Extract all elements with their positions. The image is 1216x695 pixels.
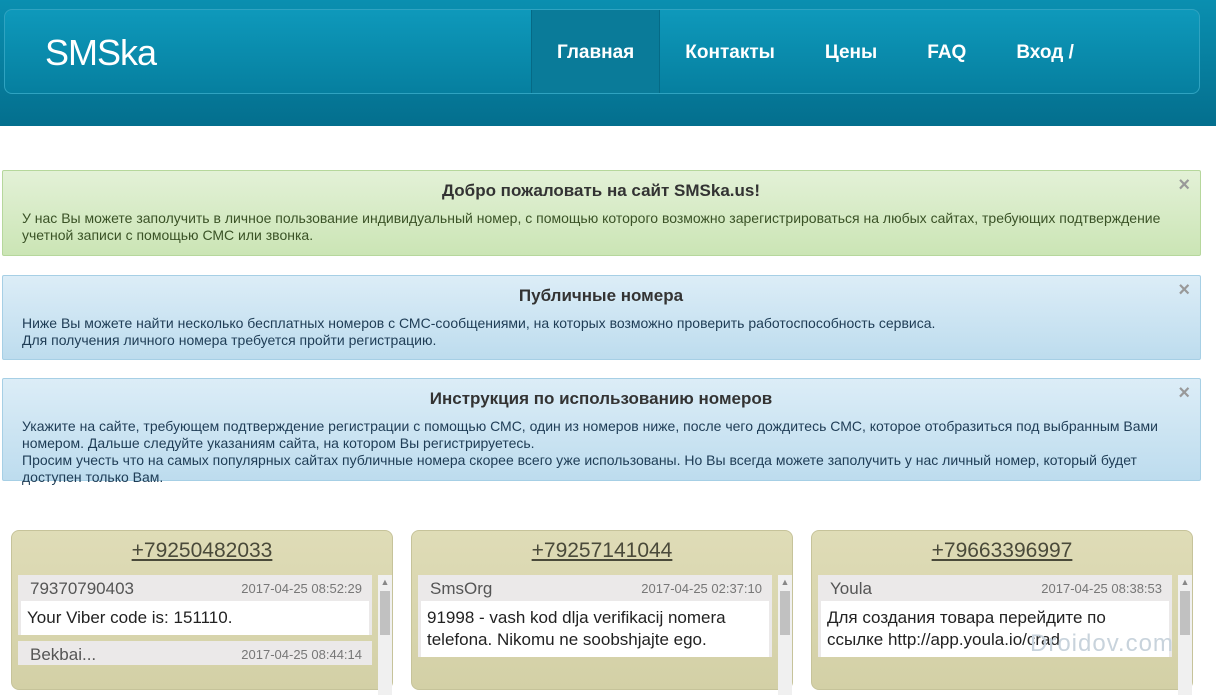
message-sender: Youla: [830, 579, 872, 598]
message-sender: Bekbai...: [30, 645, 97, 664]
phone-card: +79663396997 Youla 2017-04-25 08:38:53 Д…: [811, 530, 1193, 695]
scroll-up-icon[interactable]: ▲: [378, 575, 392, 589]
instructions-alert: × Инструкция по использованию номеров Ук…: [2, 378, 1201, 485]
alert-title: Инструкция по использованию номеров: [429, 389, 773, 408]
close-icon[interactable]: ×: [1178, 280, 1190, 300]
phone-card: +79257141044 SmsOrg 2017-04-25 02:37:10 …: [411, 530, 793, 695]
alert-title: Добро пожаловать на сайт SMSka.us!: [441, 181, 760, 200]
brand-logo[interactable]: SMSka: [45, 32, 157, 74]
message-item: Bekbai... 2017-04-25 08:44:14: [18, 641, 372, 665]
scrollbar[interactable]: ▲: [378, 575, 392, 695]
close-icon[interactable]: ×: [1178, 383, 1190, 403]
message-time: 2017-04-25 08:38:53: [1041, 581, 1162, 596]
nav-prices[interactable]: Цены: [800, 10, 902, 93]
alert-text: Для получения личного номера требуется п…: [22, 332, 437, 348]
nav-login-register[interactable]: Вход / Регистрация: [991, 10, 1199, 148]
phone-number-link[interactable]: +79663396997: [812, 539, 1192, 563]
alert-text: Ниже Вы можете найти несколько бесплатны…: [22, 315, 936, 331]
scrollbar[interactable]: ▲: [1178, 575, 1192, 695]
message-time: 2017-04-25 08:52:29: [241, 581, 362, 596]
message-text: Your Viber code is: 151110.: [21, 601, 369, 635]
scrollbar[interactable]: ▲: [778, 575, 792, 695]
message-time: 2017-04-25 08:44:14: [241, 647, 362, 662]
watermark: Droidov.com: [1030, 630, 1174, 657]
scrollbar-thumb[interactable]: [380, 591, 390, 635]
message-list[interactable]: SmsOrg 2017-04-25 02:37:10 91998 - vash …: [418, 575, 792, 695]
phone-number-link[interactable]: +79250482033: [12, 539, 392, 563]
alert-text: Укажите на сайте, требующем подтверждени…: [22, 418, 1158, 451]
message-time: 2017-04-25 02:37:10: [641, 581, 762, 596]
scrollbar-thumb[interactable]: [1180, 591, 1190, 635]
main-nav: Главная Контакты Цены FAQ Вход / Регистр…: [531, 10, 1199, 148]
scroll-up-icon[interactable]: ▲: [1178, 575, 1192, 589]
alert-text: Просим учесть что на самых популярных са…: [22, 452, 1137, 485]
phone-card: +79250482033 79370790403 2017-04-25 08:5…: [11, 530, 393, 695]
scrollbar-thumb[interactable]: [780, 591, 790, 635]
message-text: 91998 - vash kod dlja verifikacij nomera…: [421, 601, 769, 657]
nav-contacts[interactable]: Контакты: [660, 10, 800, 93]
close-icon[interactable]: ×: [1178, 175, 1190, 195]
public-numbers-alert: × Публичные номера Ниже Вы можете найти …: [2, 275, 1201, 360]
nav-home[interactable]: Главная: [531, 10, 661, 93]
phone-number-link[interactable]: +79257141044: [412, 539, 792, 563]
message-item: 79370790403 2017-04-25 08:52:29 Your Vib…: [18, 575, 372, 635]
message-sender: 79370790403: [30, 579, 135, 598]
scroll-up-icon[interactable]: ▲: [778, 575, 792, 589]
welcome-alert: × Добро пожаловать на сайт SMSka.us! У н…: [2, 170, 1201, 256]
message-sender: SmsOrg: [430, 579, 493, 598]
navbar: SMSka Главная Контакты Цены FAQ Вход / Р…: [4, 9, 1200, 148]
alert-text: У нас Вы можете заполучить в личное поль…: [22, 210, 1161, 243]
nav-faq[interactable]: FAQ: [902, 10, 991, 93]
alert-title: Публичные номера: [518, 286, 684, 305]
message-list[interactable]: 79370790403 2017-04-25 08:52:29 Your Vib…: [18, 575, 392, 695]
message-item: SmsOrg 2017-04-25 02:37:10 91998 - vash …: [418, 575, 772, 657]
